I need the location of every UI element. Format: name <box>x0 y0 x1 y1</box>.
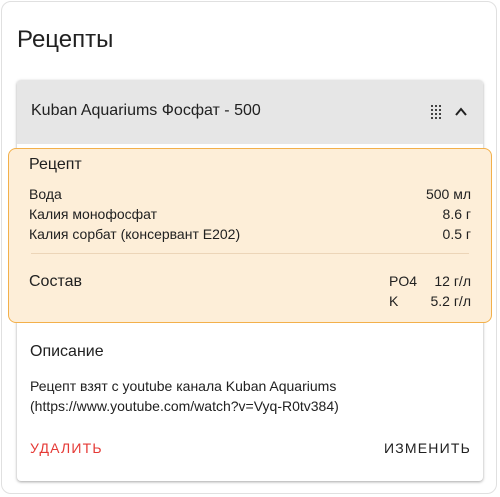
ingredient-amount: 8.6 г <box>442 206 471 222</box>
composition-element: PO4 <box>389 273 418 289</box>
recipe-highlight-box: Рецепт Вода 500 мл Калия монофосфат 8.6 … <box>8 148 492 323</box>
recipe-title: Рецепт <box>29 156 82 173</box>
ingredient-amount: 500 мл <box>425 186 471 202</box>
description-text: Рецепт взят с youtube канала Kuban Aquar… <box>30 378 339 414</box>
card-title: Kuban Aquariums Фосфат - 500 <box>31 102 261 119</box>
section-divider <box>31 253 469 254</box>
composition-element: K <box>389 293 399 309</box>
delete-button[interactable]: Удалить <box>30 440 103 456</box>
ingredient-name: Калия сорбат (консервант E202) <box>29 226 241 242</box>
composition-title: Состав <box>29 273 82 290</box>
ingredient-amount: 0.5 г <box>442 226 471 242</box>
description-title: Описание <box>30 343 104 360</box>
composition-value: 5.2 г/л <box>430 293 471 309</box>
ingredient-name: Вода <box>29 186 62 202</box>
edit-button[interactable]: Изменить <box>384 440 471 456</box>
card-header[interactable]: Kuban Aquariums Фосфат - 500 <box>17 80 483 144</box>
composition-value: 12 г/л <box>434 273 471 289</box>
drag-handle-icon[interactable] <box>431 105 443 119</box>
chevron-up-icon[interactable] <box>454 105 468 119</box>
page-title: Рецепты <box>17 26 114 53</box>
ingredient-name: Калия монофосфат <box>29 206 158 222</box>
